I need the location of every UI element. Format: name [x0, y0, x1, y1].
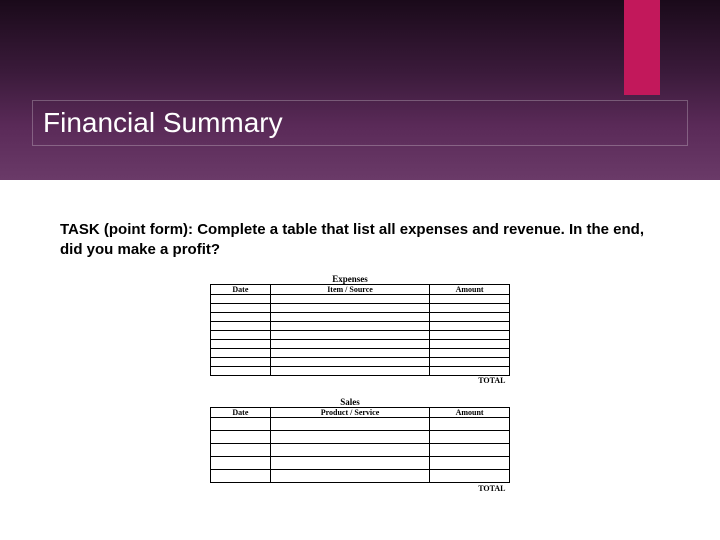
table-cell — [270, 470, 429, 483]
table-cell — [211, 303, 271, 312]
table-row — [211, 418, 510, 431]
table-cell — [270, 431, 429, 444]
table-cell — [430, 312, 510, 321]
sales-col-date: Date — [211, 408, 271, 418]
expenses-table: Expenses Date Item / Source Amount TOTAL — [210, 275, 510, 387]
table-cell — [270, 357, 429, 366]
table-cell — [270, 457, 429, 470]
table-cell — [270, 294, 429, 303]
table-cell — [211, 457, 271, 470]
slide-content: TASK (point form): Complete a table that… — [0, 180, 720, 504]
table-row — [211, 444, 510, 457]
expenses-rows — [211, 294, 510, 375]
slide-header: Financial Summary — [0, 0, 720, 180]
table-cell — [270, 366, 429, 375]
table-cell — [430, 348, 510, 357]
sales-rows — [211, 418, 510, 483]
table-cell — [430, 339, 510, 348]
table-cell — [430, 303, 510, 312]
table-cell — [211, 357, 271, 366]
table-cell — [211, 321, 271, 330]
table-row — [211, 357, 510, 366]
table-cell — [270, 339, 429, 348]
table-row — [211, 431, 510, 444]
table-cell — [430, 431, 510, 444]
task-label: TASK (point form): — [60, 221, 193, 238]
table-row — [211, 348, 510, 357]
table-cell — [211, 294, 271, 303]
table-cell — [430, 470, 510, 483]
table-cell — [211, 470, 271, 483]
sales-total-label: TOTAL — [211, 483, 510, 494]
task-paragraph: TASK (point form): Complete a table that… — [60, 220, 660, 261]
table-row — [211, 330, 510, 339]
table-cell — [430, 330, 510, 339]
table-cell — [211, 431, 271, 444]
table-row — [211, 312, 510, 321]
sales-title: Sales — [270, 398, 429, 408]
sales-col-amount: Amount — [430, 408, 510, 418]
table-cell — [211, 312, 271, 321]
table-cell — [211, 330, 271, 339]
table-cell — [430, 321, 510, 330]
table-cell — [211, 348, 271, 357]
table-cell — [211, 444, 271, 457]
expenses-total-label: TOTAL — [211, 375, 510, 386]
table-cell — [270, 444, 429, 457]
expenses-col-date: Date — [211, 284, 271, 294]
table-cell — [430, 457, 510, 470]
table-cell — [430, 357, 510, 366]
table-cell — [270, 303, 429, 312]
expenses-col-amount: Amount — [430, 284, 510, 294]
table-cell — [270, 312, 429, 321]
table-row — [211, 339, 510, 348]
table-cell — [211, 339, 271, 348]
table-row — [211, 366, 510, 375]
expenses-title: Expenses — [270, 275, 429, 285]
table-cell — [430, 294, 510, 303]
tables-wrap: Expenses Date Item / Source Amount TOTAL… — [60, 275, 660, 494]
table-cell — [270, 348, 429, 357]
accent-bar — [624, 0, 660, 95]
slide-title: Financial Summary — [32, 100, 688, 146]
table-cell — [211, 366, 271, 375]
table-cell — [270, 330, 429, 339]
table-row — [211, 457, 510, 470]
table-cell — [270, 418, 429, 431]
table-row — [211, 321, 510, 330]
table-row — [211, 470, 510, 483]
table-cell — [430, 418, 510, 431]
sales-col-mid: Product / Service — [270, 408, 429, 418]
table-cell — [430, 366, 510, 375]
sales-table: Sales Date Product / Service Amount TOTA… — [210, 398, 510, 494]
table-cell — [270, 321, 429, 330]
expenses-col-mid: Item / Source — [270, 284, 429, 294]
table-row — [211, 294, 510, 303]
table-cell — [211, 418, 271, 431]
table-row — [211, 303, 510, 312]
table-cell — [430, 444, 510, 457]
